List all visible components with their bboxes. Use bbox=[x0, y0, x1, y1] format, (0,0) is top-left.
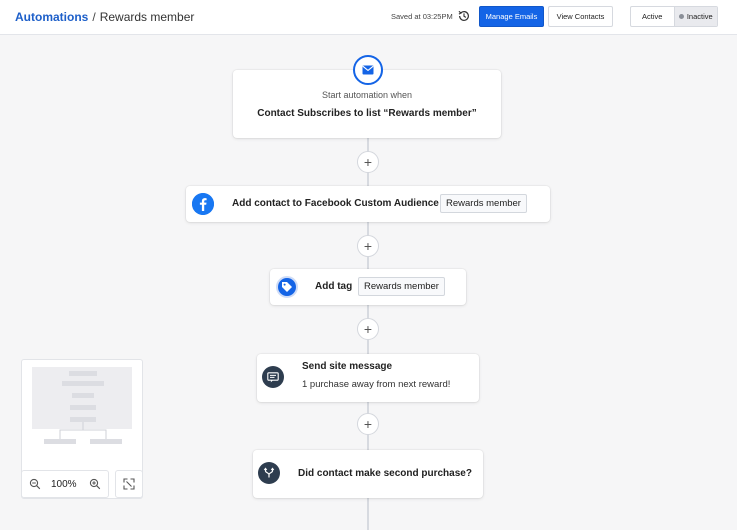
step-title-facebook: Add contact to Facebook Custom Audience bbox=[232, 198, 439, 209]
history-icon[interactable] bbox=[457, 9, 471, 23]
add-step-button[interactable]: + bbox=[357, 235, 379, 257]
breadcrumb-separator: / bbox=[92, 10, 96, 24]
zoom-out-icon[interactable] bbox=[29, 478, 41, 490]
breadcrumb-automations-link[interactable]: Automations bbox=[15, 10, 88, 24]
step-title-condition: Did contact make second purchase? bbox=[298, 468, 472, 479]
zoom-controls: 100% bbox=[21, 470, 109, 498]
step-title-site-message: Send site message bbox=[302, 361, 393, 372]
toggle-inactive[interactable]: Inactive bbox=[673, 7, 717, 26]
top-bar: Automations / Rewards member Saved at 03:2… bbox=[0, 0, 737, 35]
tag-value-pill[interactable]: Rewards member bbox=[358, 277, 445, 296]
trigger-subtitle: Start automation when bbox=[321, 90, 413, 100]
add-step-button[interactable]: + bbox=[357, 318, 379, 340]
add-step-button[interactable]: + bbox=[357, 151, 379, 173]
add-step-button[interactable]: + bbox=[357, 413, 379, 435]
page-title: Rewards member bbox=[99, 10, 195, 24]
zoom-in-icon[interactable] bbox=[89, 478, 101, 490]
saved-status: Saved at 03:25PM bbox=[391, 12, 453, 21]
zoom-level: 100% bbox=[51, 479, 77, 490]
manage-emails-button[interactable]: Manage Emails bbox=[479, 6, 544, 27]
branch-icon bbox=[258, 462, 280, 484]
breadcrumb: Automations / Rewards member bbox=[15, 10, 194, 24]
expand-icon bbox=[123, 478, 135, 490]
step-subtitle-site-message: 1 purchase away from next reward! bbox=[302, 379, 451, 390]
minimap-branch-lines bbox=[59, 422, 107, 439]
tag-icon bbox=[276, 276, 298, 298]
site-message-icon bbox=[262, 366, 284, 388]
trigger-title: Contact Subscribes to list “Rewards memb… bbox=[257, 108, 477, 119]
facebook-icon bbox=[192, 193, 214, 215]
status-toggle: Active Inactive bbox=[630, 6, 718, 27]
inactive-dot-icon bbox=[678, 14, 684, 19]
envelope-icon bbox=[353, 55, 383, 85]
workflow-canvas[interactable]: Start automation when Contact Subscribes… bbox=[0, 36, 737, 530]
audience-value-pill[interactable]: Rewards member bbox=[440, 194, 527, 213]
view-contacts-button[interactable]: View Contacts bbox=[548, 6, 613, 27]
fit-to-screen-button[interactable] bbox=[115, 470, 143, 498]
toggle-inactive-label: Inactive bbox=[686, 12, 713, 21]
toggle-active[interactable]: Active bbox=[631, 7, 674, 26]
step-title-add-tag: Add tag bbox=[315, 281, 353, 292]
